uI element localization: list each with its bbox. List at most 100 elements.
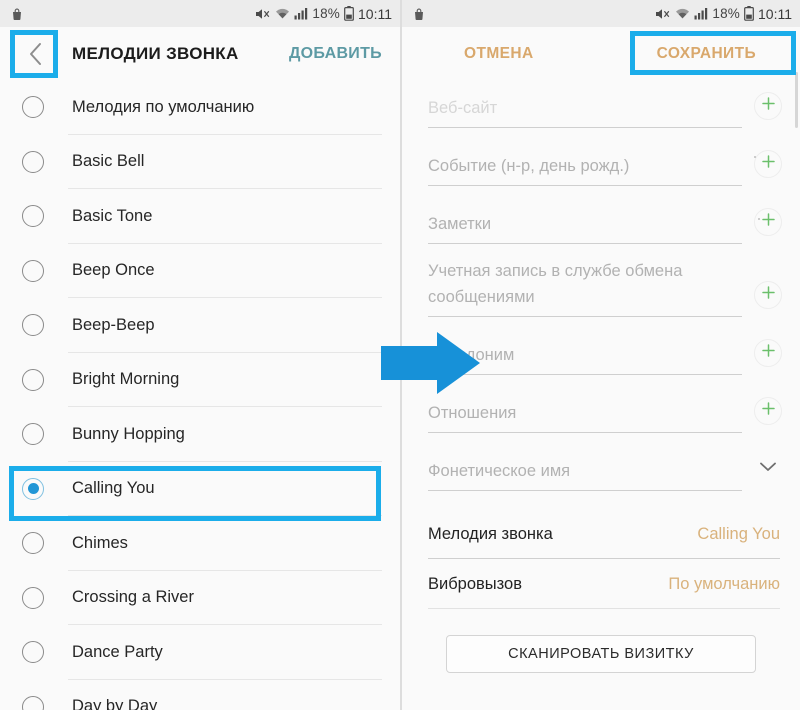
battery-percent-label: 18% bbox=[712, 6, 740, 21]
ringtone-row[interactable]: Basic Bell bbox=[0, 135, 400, 189]
add-field-button[interactable] bbox=[754, 150, 782, 178]
status-bar-notifications-right bbox=[412, 7, 426, 21]
scan-business-card-button[interactable]: СКАНИРОВАТЬ ВИЗИТКУ bbox=[446, 635, 756, 673]
save-button[interactable]: СОХРАНИТЬ bbox=[657, 45, 756, 63]
contact-field[interactable]: Фонетическое имя bbox=[428, 433, 786, 491]
ringtone-row[interactable]: Bright Morning bbox=[0, 353, 400, 407]
clock-label: 10:11 bbox=[758, 5, 792, 22]
field-inner: Учетная запись в службе обмена сообщения… bbox=[428, 258, 786, 317]
battery-icon bbox=[344, 6, 354, 21]
cancel-button[interactable]: ОТМЕНА bbox=[464, 45, 534, 63]
field-inner: Веб-сайт bbox=[428, 84, 786, 128]
status-bar-notifications bbox=[10, 7, 24, 21]
ringtone-list[interactable]: Мелодия по умолчанию Basic Bell Basic Tone… bbox=[0, 80, 400, 710]
field-inner: Заметки bbox=[428, 200, 786, 244]
ringtone-row[interactable]: Bunny Hopping bbox=[0, 407, 400, 462]
field-placeholder[interactable]: Фонетическое имя bbox=[428, 459, 748, 491]
mute-icon bbox=[655, 7, 671, 21]
add-button[interactable]: ДОБАВИТЬ bbox=[289, 45, 388, 63]
field-placeholder[interactable]: Учетная запись в службе обмена сообщения… bbox=[428, 258, 748, 317]
scan-card-section: СКАНИРОВАТЬ ВИЗИТКУ bbox=[402, 635, 800, 673]
setting-label: Вибровызов bbox=[428, 574, 522, 593]
ringtone-row[interactable]: Day by Day bbox=[0, 680, 400, 710]
ringtone-row[interactable]: Calling You bbox=[0, 462, 400, 516]
status-bar-indicators-left: 18% 10:11 bbox=[255, 6, 392, 22]
ringtone-picker-panel: 18% 10:11 МЕЛОДИИ ЗВОНКА ДОБАВИТЬ Мелоди… bbox=[0, 0, 402, 710]
clock-label: 10:11 bbox=[358, 5, 392, 22]
radio-button[interactable] bbox=[22, 532, 44, 555]
contact-field[interactable]: Отношения bbox=[428, 375, 786, 433]
plus-icon bbox=[761, 401, 776, 421]
ringtone-label: Day by Day bbox=[72, 697, 158, 710]
radio-button-selected[interactable] bbox=[22, 477, 44, 500]
add-field-button[interactable] bbox=[754, 92, 782, 120]
ringtone-row[interactable]: Beep-Beep bbox=[0, 298, 400, 353]
contact-field[interactable]: Заметки bbox=[428, 186, 786, 244]
ringtone-label: Bright Morning bbox=[72, 370, 180, 389]
radio-button[interactable] bbox=[22, 586, 44, 609]
radio-button[interactable] bbox=[22, 423, 44, 446]
wifi-icon bbox=[675, 7, 690, 20]
field-underline bbox=[428, 490, 742, 491]
status-bar-left: 18% 10:11 bbox=[0, 0, 400, 27]
plus-icon bbox=[761, 212, 776, 232]
ringtone-label: Мелодия по умолчанию bbox=[72, 97, 255, 116]
ringtone-label: Calling You bbox=[72, 479, 155, 498]
radio-button[interactable] bbox=[22, 641, 44, 664]
field-inner: Фонетическое имя bbox=[428, 447, 786, 491]
setting-row[interactable]: Мелодия звонка Calling You bbox=[428, 509, 780, 559]
ringtone-row[interactable]: Мелодия по умолчанию bbox=[0, 80, 400, 135]
ringtone-label: Dance Party bbox=[72, 642, 163, 661]
radio-button[interactable] bbox=[22, 695, 44, 710]
contact-edit-panel: 18% 10:11 ОТМЕНА СОХРАНИТЬ Веб-сайт Событ… bbox=[402, 0, 800, 710]
ringtone-label: Basic Bell bbox=[72, 152, 145, 171]
add-field-button[interactable] bbox=[754, 397, 782, 425]
field-placeholder[interactable]: Событие (н-р, день рожд.) bbox=[428, 153, 748, 186]
radio-button[interactable] bbox=[22, 205, 44, 228]
field-inner: Псевдоним bbox=[428, 331, 786, 375]
field-placeholder[interactable]: Псевдоним bbox=[428, 343, 748, 375]
contact-field[interactable]: Событие (н-р, день рожд.) bbox=[428, 128, 786, 186]
field-placeholder[interactable]: Веб-сайт bbox=[428, 96, 748, 128]
chevron-left-icon bbox=[26, 41, 46, 67]
status-bar-indicators-right: 18% 10:11 bbox=[655, 6, 792, 22]
setting-value[interactable]: По умолчанию bbox=[668, 575, 780, 594]
contact-field[interactable]: Псевдоним bbox=[428, 317, 786, 375]
back-button[interactable] bbox=[14, 32, 58, 76]
expand-fields-button[interactable] bbox=[754, 455, 782, 483]
add-field-button[interactable] bbox=[754, 208, 782, 236]
radio-button[interactable] bbox=[22, 96, 44, 119]
radio-button[interactable] bbox=[22, 259, 44, 282]
setting-row[interactable]: Вибровызов По умолчанию bbox=[428, 559, 780, 609]
ringtone-row[interactable]: Chimes bbox=[0, 516, 400, 571]
plus-icon bbox=[761, 285, 776, 305]
radio-button[interactable] bbox=[22, 314, 44, 337]
ringtone-row[interactable]: Dance Party bbox=[0, 625, 400, 680]
artifact-dot bbox=[758, 218, 760, 220]
ringtone-row[interactable]: Basic Tone bbox=[0, 189, 400, 244]
field-placeholder[interactable]: Отношения bbox=[428, 401, 748, 433]
setting-separator bbox=[428, 608, 780, 609]
ringtone-row[interactable]: Beep Once bbox=[0, 244, 400, 298]
ringtone-label: Basic Tone bbox=[72, 206, 153, 225]
signal-bars-icon bbox=[294, 7, 308, 20]
ringtone-label: Beep Once bbox=[72, 261, 155, 280]
contact-field[interactable]: Веб-сайт bbox=[428, 70, 786, 128]
contact-fields-form: Веб-сайт Событие (н-р, день рожд.) Заметки… bbox=[402, 70, 800, 491]
ringtone-row[interactable]: Crossing a River bbox=[0, 571, 400, 625]
contact-field[interactable]: Учетная запись в службе обмена сообщения… bbox=[428, 244, 786, 317]
ringtone-label: Beep-Beep bbox=[72, 315, 155, 334]
radio-button[interactable] bbox=[22, 368, 44, 391]
radio-button[interactable] bbox=[22, 150, 44, 173]
field-placeholder[interactable]: Заметки bbox=[428, 212, 748, 244]
ringtone-label: Chimes bbox=[72, 533, 128, 552]
add-field-button[interactable] bbox=[754, 281, 782, 309]
battery-percent-label: 18% bbox=[312, 6, 340, 21]
add-field-button[interactable] bbox=[754, 339, 782, 367]
plus-icon bbox=[761, 96, 776, 116]
chevron-down-icon bbox=[759, 460, 777, 478]
contact-settings-section: Мелодия звонка Calling You Вибровызов По ум… bbox=[402, 509, 800, 609]
mute-icon bbox=[255, 7, 271, 21]
wifi-icon bbox=[275, 7, 290, 20]
setting-value[interactable]: Calling You bbox=[697, 525, 780, 544]
